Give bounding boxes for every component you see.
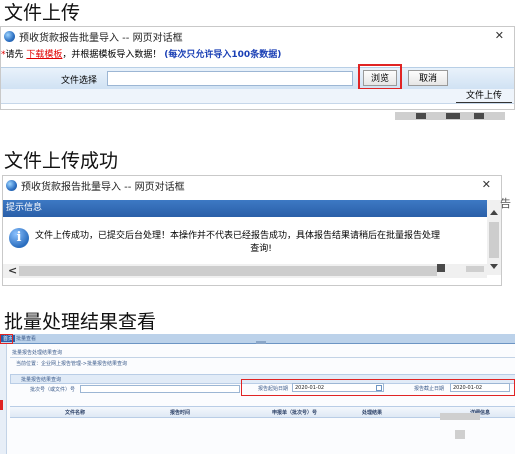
background-page-text: 告	[500, 197, 511, 210]
col-file-name: 文件名称	[65, 410, 86, 416]
success-message-line2: 查询!	[250, 244, 272, 254]
horizontal-scrollbar[interactable]: <	[3, 264, 487, 278]
start-date-input[interactable]: 2020-01-02	[292, 383, 384, 392]
section-title-batch-results: 批量处理结果查看	[4, 311, 157, 333]
top-nav: 首页 批量查看	[0, 334, 515, 344]
vertical-scrollbar[interactable]	[487, 200, 501, 275]
scroll-down-icon[interactable]	[490, 264, 498, 269]
dialog-titlebar: 预收货款报告批量导入 -- 网页对话框 ✕	[1, 27, 514, 45]
start-date-value: 2020-01-02	[295, 385, 325, 391]
close-icon[interactable]: ✕	[495, 29, 504, 42]
info-icon: i	[9, 228, 29, 248]
upload-button[interactable]: 文件上传	[456, 90, 512, 103]
dialog-titlebar: 预收货款报告批量导入 -- 网页对话框 ✕	[3, 176, 501, 194]
scroll-thumb[interactable]	[19, 266, 437, 276]
tab-batch[interactable]: 批量查看	[16, 335, 36, 342]
section-title-upload-success: 文件上传成功	[4, 150, 119, 172]
notice-line: *请先 下载模板，并根据模板导入数据！ (每次只允许导入100条数据)	[1, 47, 281, 60]
panel-title: 批量报告处理结果查询	[12, 350, 63, 356]
end-date-label: 报告截止日期	[414, 386, 445, 392]
browse-highlight-box	[358, 64, 402, 90]
scroll-up-icon[interactable]	[490, 210, 498, 215]
breadcrumb: 当前位置：企业网上报告管理->批量报告结果查询	[10, 358, 515, 367]
blurred-region	[440, 413, 480, 420]
upload-row	[1, 89, 514, 104]
tab-highlight-box	[0, 334, 13, 344]
end-date-value: 2020-01-02	[453, 385, 483, 391]
batch-number-label: 批次号（或文件）号	[30, 387, 76, 393]
notice-limit: (每次只允许导入100条数据)	[164, 50, 282, 60]
blurred-region	[416, 113, 426, 119]
search-header-title: 批量报告结果查询	[21, 377, 62, 383]
blurred-region	[446, 113, 460, 119]
prompt-header: 提示信息	[3, 200, 487, 217]
section-title-upload: 文件上传	[4, 2, 81, 24]
close-icon[interactable]: ✕	[482, 178, 491, 191]
calendar-icon[interactable]	[376, 385, 382, 391]
start-date-label: 报告起始日期	[258, 386, 289, 392]
blurred-region	[455, 430, 465, 439]
breadcrumb-text: 当前位置：企业网上报告管理->批量报告结果查询	[16, 361, 127, 367]
notice-middle: ，并根据模板导入数据！	[62, 50, 162, 60]
left-rail-marker	[0, 400, 3, 410]
end-date-input[interactable]: 2020-01-02	[450, 383, 510, 392]
success-message-line1: 文件上传成功，已提交后台处理！本操作并不代表已经报告成功，具体报告结果请稍后在批…	[35, 231, 441, 241]
results-page: 首页 批量查看 批量报告处理结果查询 当前位置：企业网上报告管理->批量报告结果…	[0, 334, 515, 454]
file-path-input[interactable]	[107, 71, 353, 86]
blurred-region	[437, 264, 445, 272]
batch-number-input[interactable]	[80, 385, 240, 393]
scroll-thumb[interactable]	[489, 222, 499, 258]
cancel-button[interactable]: 取消	[408, 70, 448, 86]
upload-dialog: 预收货款报告批量导入 -- 网页对话框 ✕ *请先 下载模板，并根据模板导入数据…	[0, 26, 515, 110]
scroll-left-icon[interactable]: <	[8, 264, 17, 277]
download-template-link[interactable]: 下载模板	[26, 50, 62, 60]
blurred-region	[466, 266, 484, 272]
col-report-time: 报告时间	[170, 410, 191, 416]
ie-icon	[4, 30, 15, 42]
panel-header: 批量报告处理结果查询	[10, 347, 515, 358]
notice-prefix: 请先	[5, 50, 24, 60]
success-message: 文件上传成功，已提交后台处理！本操作并不代表已经报告成功，具体报告结果请稍后在批…	[35, 230, 487, 256]
left-rail	[0, 344, 7, 454]
blurred-region	[474, 113, 484, 119]
file-select-label: 文件选择	[61, 76, 98, 86]
col-batch-number: 申报单（批次号）号	[272, 410, 318, 416]
ie-icon	[6, 179, 17, 191]
collapse-icon[interactable]	[256, 341, 266, 344]
dialog-title: 预收货款报告批量导入 -- 网页对话框	[19, 32, 183, 44]
col-process-result: 处理结果	[362, 410, 383, 416]
dialog-title: 预收货款报告批量导入 -- 网页对话框	[21, 181, 185, 193]
success-dialog: 预收货款报告批量导入 -- 网页对话框 ✕ 提示信息 i 文件上传成功，已提交后…	[2, 175, 502, 286]
